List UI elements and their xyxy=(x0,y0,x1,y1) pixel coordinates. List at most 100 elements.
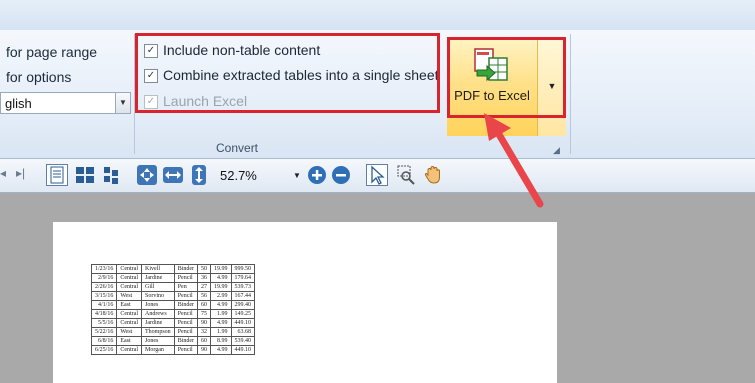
table-cell: Pencil xyxy=(173,273,199,283)
table-cell: 4/18/16 xyxy=(90,309,118,319)
table-cell: Andrews xyxy=(141,309,175,319)
fit-page-icon[interactable] xyxy=(136,164,158,186)
table-cell: Jones xyxy=(141,300,175,310)
fit-height-icon[interactable] xyxy=(188,164,210,186)
table-cell: West xyxy=(116,327,143,337)
table-cell: Central xyxy=(116,264,143,274)
table-cell: 8.99 xyxy=(210,336,232,346)
table-cell: Kivell xyxy=(141,264,175,274)
table-cell: East xyxy=(116,300,143,310)
title-bar xyxy=(0,0,755,31)
page-range-label[interactable]: for page range xyxy=(6,44,97,60)
pdf-table: 1/23/16 Central Kivell Binder 50 19.99 999.50 2… xyxy=(90,264,256,355)
table-cell: Thompson xyxy=(141,327,175,337)
table-cell: 36 xyxy=(197,273,212,283)
table-cell: 19.99 xyxy=(210,264,232,274)
select-cursor-icon[interactable] xyxy=(366,164,388,186)
table-cell: 1.99 xyxy=(210,309,232,319)
table-cell: Jardine xyxy=(141,318,175,328)
table-cell: Pencil xyxy=(173,327,199,337)
table-cell: 4.99 xyxy=(210,345,232,355)
table-cell: Pen xyxy=(173,282,199,292)
dialog-launcher-icon[interactable]: ◢ xyxy=(553,145,560,156)
table-cell: 27 xyxy=(197,282,212,292)
table-row: 1/23/16 Central Kivell Binder 50 19.99 999.50 xyxy=(90,264,256,274)
pdf-to-excel-highlight xyxy=(447,37,566,118)
table-row: 6/25/16 Central Morgan Pencil 90 4.99 449.10 xyxy=(90,345,256,355)
table-cell: 4/1/16 xyxy=(90,300,118,310)
table-cell: 4.99 xyxy=(210,300,232,310)
table-cell: 90 xyxy=(197,345,212,355)
table-cell: West xyxy=(116,291,143,301)
table-cell: 1/23/16 xyxy=(90,264,118,274)
single-page-icon[interactable] xyxy=(46,164,68,186)
table-cell: 167.44 xyxy=(230,291,256,301)
table-cell: 4.99 xyxy=(210,318,232,328)
view-toolbar: ◂ ▸| 52.7% ▼ xyxy=(0,159,755,193)
table-cell: Central xyxy=(116,282,143,292)
hand-tool-icon[interactable] xyxy=(422,164,444,186)
table-cell: 2/9/16 xyxy=(90,273,118,283)
table-cell: Pencil xyxy=(173,291,199,301)
table-cell: Pencil xyxy=(173,345,199,355)
table-cell: Central xyxy=(116,345,143,355)
options-highlight xyxy=(135,33,440,113)
table-cell: Binder xyxy=(173,336,199,346)
table-row: 4/18/16 Central Andrews Pencil 75 1.99 149.25 xyxy=(90,309,256,319)
table-cell: 179.64 xyxy=(230,273,256,283)
table-cell: 4.99 xyxy=(210,273,232,283)
table-cell: 539.40 xyxy=(230,336,256,346)
table-cell: 32 xyxy=(197,327,212,337)
table-cell: 449.10 xyxy=(230,318,256,328)
marquee-zoom-icon[interactable] xyxy=(396,164,418,186)
continuous-icon[interactable] xyxy=(100,164,122,186)
options-label[interactable]: for options xyxy=(6,69,71,85)
table-cell: 1.99 xyxy=(210,327,232,337)
table-cell: Pencil xyxy=(173,309,199,319)
zoom-value[interactable]: 52.7% xyxy=(220,168,257,183)
table-cell: 60 xyxy=(197,336,212,346)
table-cell: Central xyxy=(116,318,143,328)
table-row: 2/9/16 Central Jardine Pencil 36 4.99 179.64 xyxy=(90,273,256,283)
table-cell: 75 xyxy=(197,309,212,319)
table-cell: 2.99 xyxy=(210,291,232,301)
last-page-icon[interactable]: ▸| xyxy=(16,166,38,188)
zoom-out-icon[interactable] xyxy=(330,164,352,186)
language-select[interactable]: glish ▼ xyxy=(0,92,131,114)
table-cell: 149.25 xyxy=(230,309,256,319)
table-cell: 5/22/16 xyxy=(90,327,118,337)
table-row: 2/26/16 Central Gill Pen 27 19.99 539.73 xyxy=(90,282,256,292)
pdf-page: 1/23/16 Central Kivell Binder 50 19.99 999.50 2… xyxy=(53,222,557,383)
table-cell: Central xyxy=(116,273,143,283)
table-row: 3/15/16 West Sorvino Pencil 56 2.99 167.44 xyxy=(90,291,256,301)
language-value: glish xyxy=(5,96,32,111)
table-cell: Jardine xyxy=(141,273,175,283)
convert-group-label: Convert xyxy=(216,141,259,155)
two-page-icon[interactable] xyxy=(74,164,96,186)
table-cell: 999.50 xyxy=(230,264,256,274)
group-separator-2 xyxy=(570,34,571,154)
table-cell: Binder xyxy=(173,264,199,274)
table-cell: 449.10 xyxy=(230,345,256,355)
table-cell: 19.99 xyxy=(210,282,232,292)
zoom-in-icon[interactable] xyxy=(306,164,328,186)
table-cell: 90 xyxy=(197,318,212,328)
table-cell: Binder xyxy=(173,300,199,310)
table-cell: East xyxy=(116,336,143,346)
zoom-dropdown-icon[interactable]: ▼ xyxy=(293,171,301,180)
table-cell: Sorvino xyxy=(141,291,175,301)
table-cell: 5/5/16 xyxy=(90,318,118,328)
table-cell: 6/8/16 xyxy=(90,336,118,346)
table-cell: Morgan xyxy=(141,345,175,355)
table-cell: 6/25/16 xyxy=(90,345,118,355)
table-cell: Jones xyxy=(141,336,175,346)
table-row: 4/1/16 East Jones Binder 60 4.99 299.40 xyxy=(90,300,256,310)
chevron-down-icon[interactable]: ▼ xyxy=(115,93,130,113)
table-cell: 63.68 xyxy=(230,327,256,337)
table-cell: 60 xyxy=(197,300,212,310)
table-cell: 50 xyxy=(197,264,212,274)
table-cell: 56 xyxy=(197,291,212,301)
fit-width-icon[interactable] xyxy=(162,164,184,186)
table-row: 5/5/16 Central Jardine Pencil 90 4.99 449.10 xyxy=(90,318,256,328)
table-row: 5/22/16 West Thompson Pencil 32 1.99 63.68 xyxy=(90,327,256,337)
